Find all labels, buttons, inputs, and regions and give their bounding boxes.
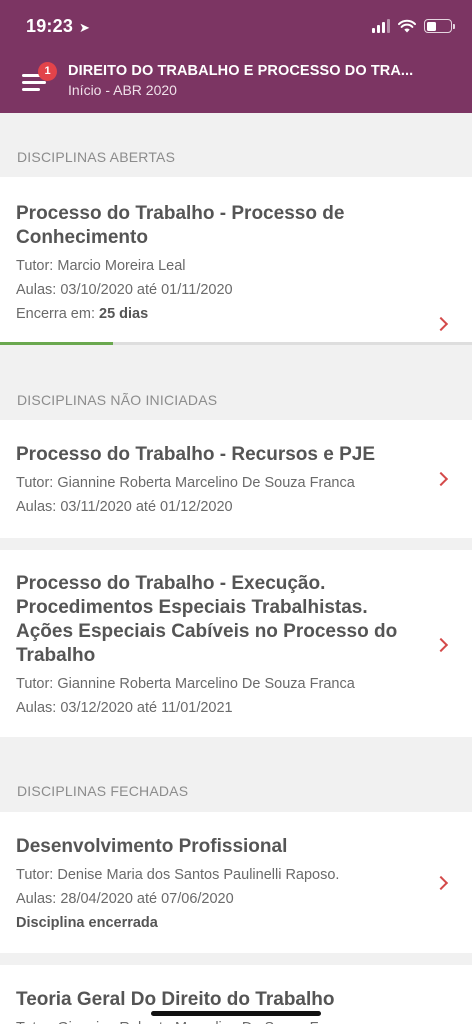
card-gap [0, 953, 472, 965]
home-indicator[interactable] [151, 1011, 321, 1016]
ends-label: Encerra em: [16, 306, 99, 322]
chevron-right-icon [433, 637, 449, 653]
discipline-classes: Aulas: 03/10/2020 até 01/11/2020 [16, 282, 233, 298]
discipline-list: DISCIPLINAS ABERTAS Processo do Trabalho… [0, 113, 472, 1024]
location-arrow-icon: ➤ [79, 20, 91, 35]
discipline-card[interactable]: Processo do Trabalho - Execução. Procedi… [0, 550, 472, 737]
section-label-open: DISCIPLINAS ABERTAS [17, 149, 176, 165]
discipline-tutor: Tutor: Marcio Moreira Leal [16, 258, 186, 274]
card-gap [0, 538, 472, 550]
discipline-classes: Aulas: 28/04/2020 até 07/06/2020 [16, 891, 234, 907]
notification-badge: 1 [38, 62, 57, 81]
hamburger-menu-icon[interactable]: 1 [18, 62, 58, 98]
battery-level [426, 21, 437, 31]
discipline-ends-in: Encerra em: 25 dias [16, 302, 422, 326]
discipline-title: Desenvolvimento Profissional [16, 836, 288, 857]
status-icons [372, 17, 455, 35]
cellular-signal-icon [372, 19, 390, 33]
course-title: DIREITO DO TRABALHO E PROCESSO DO TRA... [68, 63, 414, 79]
chevron-right-icon [433, 875, 449, 891]
discipline-classes: Aulas: 03/12/2020 até 11/01/2021 [16, 700, 233, 716]
discipline-title: Teoria Geral Do Direito do Trabalho [16, 989, 335, 1010]
ends-value: 25 dias [99, 306, 149, 322]
course-subtitle: Início - ABR 2020 [68, 82, 177, 98]
discipline-title: Processo do Trabalho - Execução. Procedi… [16, 573, 398, 666]
status-time: 19:23 ➤ [26, 16, 90, 37]
status-time-text: 19:23 [26, 16, 74, 36]
discipline-progress-bar [0, 342, 472, 345]
discipline-classes: Aulas: 03/11/2020 até 01/12/2020 [16, 499, 233, 515]
discipline-status: Disciplina encerrada [16, 915, 158, 931]
progress-fill [0, 342, 114, 345]
discipline-card[interactable]: Processo do Trabalho - Processo de Conhe… [0, 177, 472, 342]
chevron-right-icon [433, 316, 449, 332]
chevron-right-icon [433, 471, 449, 487]
discipline-tutor: Tutor: Giannine Roberta Marcelino De Sou… [16, 1016, 422, 1024]
section-label-closed: DISCIPLINAS FECHADAS [17, 783, 189, 799]
discipline-title: Processo do Trabalho - Processo de Conhe… [16, 203, 345, 248]
section-label-not-started: DISCIPLINAS NÃO INICIADAS [17, 392, 218, 408]
discipline-tutor: Tutor: Denise Maria dos Santos Paulinell… [16, 867, 340, 883]
app-header: 19:23➤ 1 DIREITO DO TRABALHO E PROCESSO [0, 0, 472, 113]
battery-icon [424, 19, 455, 33]
discipline-title: Processo do Trabalho - Recursos e PJE [16, 444, 376, 465]
discipline-card[interactable]: Processo do Trabalho - Recursos e PJE Tu… [0, 420, 472, 538]
discipline-card[interactable]: Desenvolvimento Profissional Tutor: Deni… [0, 812, 472, 953]
discipline-tutor: Tutor: Giannine Roberta Marcelino De Sou… [16, 475, 355, 491]
wifi-icon [398, 19, 416, 33]
discipline-tutor: Tutor: Giannine Roberta Marcelino De Sou… [16, 676, 355, 692]
status-bar: 19:23 ➤ [0, 0, 472, 50]
